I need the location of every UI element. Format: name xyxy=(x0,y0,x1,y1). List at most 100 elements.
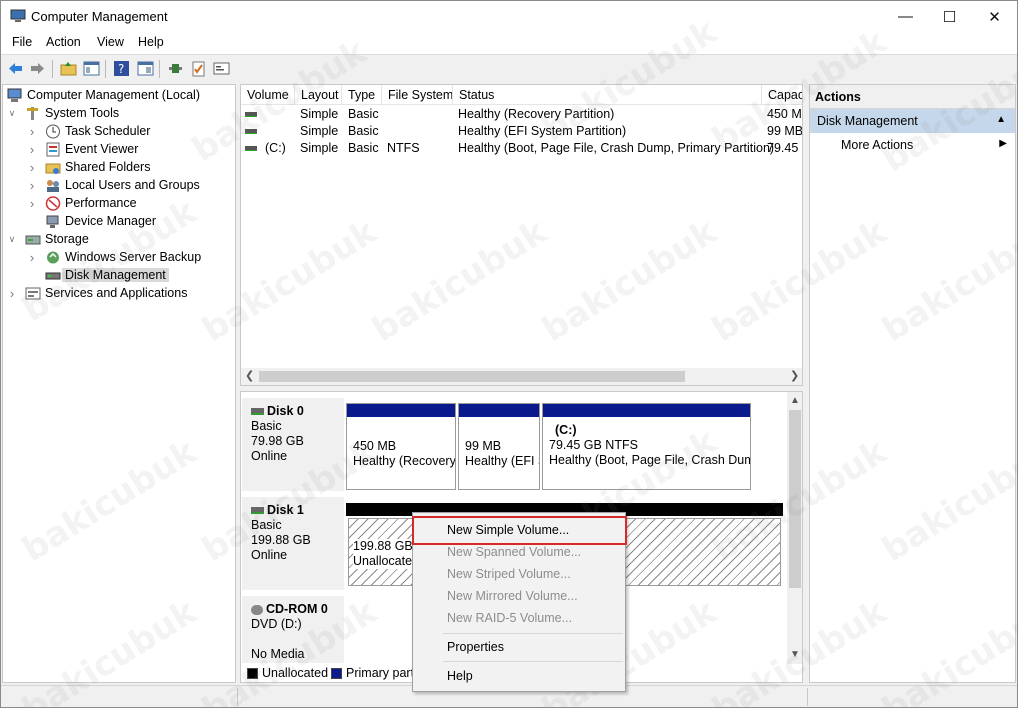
tree-item-system-tools[interactable]: ∨ System Tools xyxy=(7,104,119,122)
partition-size: 450 MB xyxy=(353,439,397,453)
properties-pane-icon[interactable] xyxy=(137,60,154,77)
actions-section-disk-management[interactable]: Disk Management ▲ xyxy=(810,109,1015,133)
disk-0-partition-efi[interactable]: 99 MB Healthy (EFI S xyxy=(458,403,540,490)
tree-item-windows-server-backup[interactable]: › Windows Server Backup xyxy=(27,248,201,266)
volume-row[interactable]: Simple Basic Healthy (Recovery Partition) 4… xyxy=(241,106,802,123)
minimize-button[interactable]: — xyxy=(883,1,928,32)
tree-item-label: Performance xyxy=(65,196,137,210)
users-icon xyxy=(47,179,59,192)
menu-action[interactable]: Action xyxy=(46,35,81,49)
highlight-box xyxy=(412,516,627,545)
menu-file[interactable]: File xyxy=(12,35,32,49)
checklist-icon[interactable] xyxy=(190,60,207,77)
partition-status: Healthy (Recovery xyxy=(353,454,456,468)
menu-help[interactable]: Help xyxy=(413,665,625,687)
scrollbar-thumb[interactable] xyxy=(259,371,685,382)
menu-new-mirrored-volume[interactable]: New Mirrored Volume... xyxy=(413,585,625,607)
volume-cell-fs: NTFS xyxy=(387,141,420,155)
menu-help[interactable]: Help xyxy=(138,35,164,49)
scroll-down-icon[interactable]: ▼ xyxy=(790,649,800,660)
collapse-arrow-icon[interactable]: › xyxy=(27,160,37,175)
scrollbar-thumb[interactable] xyxy=(789,410,801,588)
collapse-arrow-icon[interactable]: › xyxy=(27,196,37,211)
window-title: Computer Management xyxy=(31,9,168,24)
tree-item-device-manager[interactable]: Device Manager xyxy=(27,212,156,230)
up-folder-icon[interactable] xyxy=(60,60,77,77)
disk-map-vertical-scrollbar[interactable]: ▲ ▼ xyxy=(787,392,802,664)
column-layout[interactable]: Layout xyxy=(295,85,342,105)
tree-item-label: Services and Applications xyxy=(45,286,188,300)
cdrom-0-name: CD-ROM 0 xyxy=(266,602,328,616)
column-status[interactable]: Status xyxy=(453,85,762,105)
tree-item-label: Event Viewer xyxy=(65,142,139,156)
menu-view[interactable]: View xyxy=(97,35,124,49)
column-capacity[interactable]: Capaci xyxy=(762,85,802,105)
collapse-arrow-icon[interactable]: › xyxy=(27,124,37,139)
cdrom-0-label[interactable]: CD-ROM 0 DVD (D:) No Media xyxy=(242,596,344,664)
tree-item-label: Disk Management xyxy=(62,268,169,282)
volume-cell-layout: Simple xyxy=(300,141,339,155)
expand-arrow-icon[interactable]: ∨ xyxy=(7,108,17,119)
close-button[interactable]: ✕ xyxy=(972,1,1017,32)
tree-item-task-scheduler[interactable]: › Task Scheduler xyxy=(27,122,151,140)
console-tree: Computer Management (Local) ∨ System Tool… xyxy=(2,84,236,683)
storage-icon xyxy=(25,235,41,244)
disk-0-state: Online xyxy=(251,449,288,463)
column-type[interactable]: Type xyxy=(342,85,382,105)
tree-item-performance[interactable]: › Performance xyxy=(27,194,137,212)
collapse-arrow-icon[interactable]: › xyxy=(27,142,37,157)
back-arrow-icon[interactable] xyxy=(7,60,24,77)
volume-row[interactable]: (C:) Simple Basic NTFS Healthy (Boot, Page F… xyxy=(241,140,802,157)
menu-new-striped-volume[interactable]: New Striped Volume... xyxy=(413,563,625,585)
actions-pane: Actions Disk Management ▲ More Actions ▶ xyxy=(809,84,1016,683)
disk-0-type: Basic xyxy=(251,419,282,433)
volume-cell-layout: Simple xyxy=(300,124,339,138)
disk-1-label[interactable]: Disk 1 Basic 199.88 GB Online xyxy=(242,497,344,591)
tree-item-storage[interactable]: ∨ Storage xyxy=(7,230,89,248)
menu-new-raid5-volume[interactable]: New RAID-5 Volume... xyxy=(413,607,625,629)
collapse-arrow-icon[interactable]: › xyxy=(7,286,17,301)
collapse-arrow-icon[interactable]: › xyxy=(27,178,37,193)
maximize-button[interactable]: ☐ xyxy=(927,1,972,32)
computer-management-icon xyxy=(7,88,22,102)
collapse-arrow-icon[interactable]: › xyxy=(27,250,37,265)
forward-arrow-icon[interactable] xyxy=(29,60,46,77)
disk-0-label[interactable]: Disk 0 Basic 79.98 GB Online xyxy=(242,398,344,492)
performance-icon xyxy=(45,195,61,211)
disk-1-size: 199.88 GB xyxy=(251,533,311,547)
tree-item-disk-management[interactable]: Disk Management xyxy=(27,266,169,284)
more-actions-link[interactable]: More Actions xyxy=(841,138,913,152)
volume-cell-type: Basic xyxy=(348,107,379,121)
tree-root[interactable]: Computer Management (Local) xyxy=(7,86,200,104)
help-icon[interactable]: ? xyxy=(113,60,130,77)
collapse-caret-icon[interactable]: ▲ xyxy=(996,114,1006,125)
services-icon xyxy=(25,287,41,299)
disk-0-size: 79.98 GB xyxy=(251,434,304,448)
scroll-right-icon[interactable]: ❯ xyxy=(790,369,799,382)
volume-row[interactable]: Simple Basic Healthy (EFI System Partition… xyxy=(241,123,802,140)
scroll-up-icon[interactable]: ▲ xyxy=(790,395,800,406)
tree-item-label: Task Scheduler xyxy=(65,124,151,138)
partition-size: 99 MB xyxy=(465,439,502,453)
volume-list-horizontal-scrollbar[interactable]: ❮ ❯ xyxy=(241,368,802,385)
tree-item-shared-folders[interactable]: › Shared Folders xyxy=(27,158,151,176)
disk-0-partition-c[interactable]: (C:) 79.45 GB NTFS Healthy (Boot, Page F… xyxy=(542,403,751,490)
connect-icon[interactable] xyxy=(167,60,184,77)
scroll-left-icon[interactable]: ❮ xyxy=(245,369,254,382)
volume-cell-capacity: 79.45 G xyxy=(767,141,802,155)
show-hide-tree-icon[interactable] xyxy=(83,60,100,77)
tree-item-event-viewer[interactable]: › Event Viewer xyxy=(27,140,139,158)
device-manager-icon xyxy=(46,215,59,228)
menu-properties[interactable]: Properties xyxy=(413,636,625,658)
expand-arrow-icon[interactable]: ∨ xyxy=(7,234,17,245)
volume-cell-status: Healthy (Recovery Partition) xyxy=(458,107,615,121)
disk-0-partition-recovery[interactable]: 450 MB Healthy (Recovery xyxy=(346,403,456,490)
toolbar: ? xyxy=(1,54,1017,82)
settings-dialog-icon[interactable] xyxy=(213,60,230,77)
column-volume[interactable]: Volume xyxy=(241,85,295,105)
column-file-system[interactable]: File System xyxy=(382,85,453,105)
tree-item-services-and-applications[interactable]: › Services and Applications xyxy=(7,284,188,302)
tree-item-local-users-and-groups[interactable]: › Local Users and Groups xyxy=(27,176,200,194)
volume-list: Volume Layout Type File System Status Ca… xyxy=(240,84,803,386)
legend-primary: Primary parti xyxy=(346,666,417,680)
